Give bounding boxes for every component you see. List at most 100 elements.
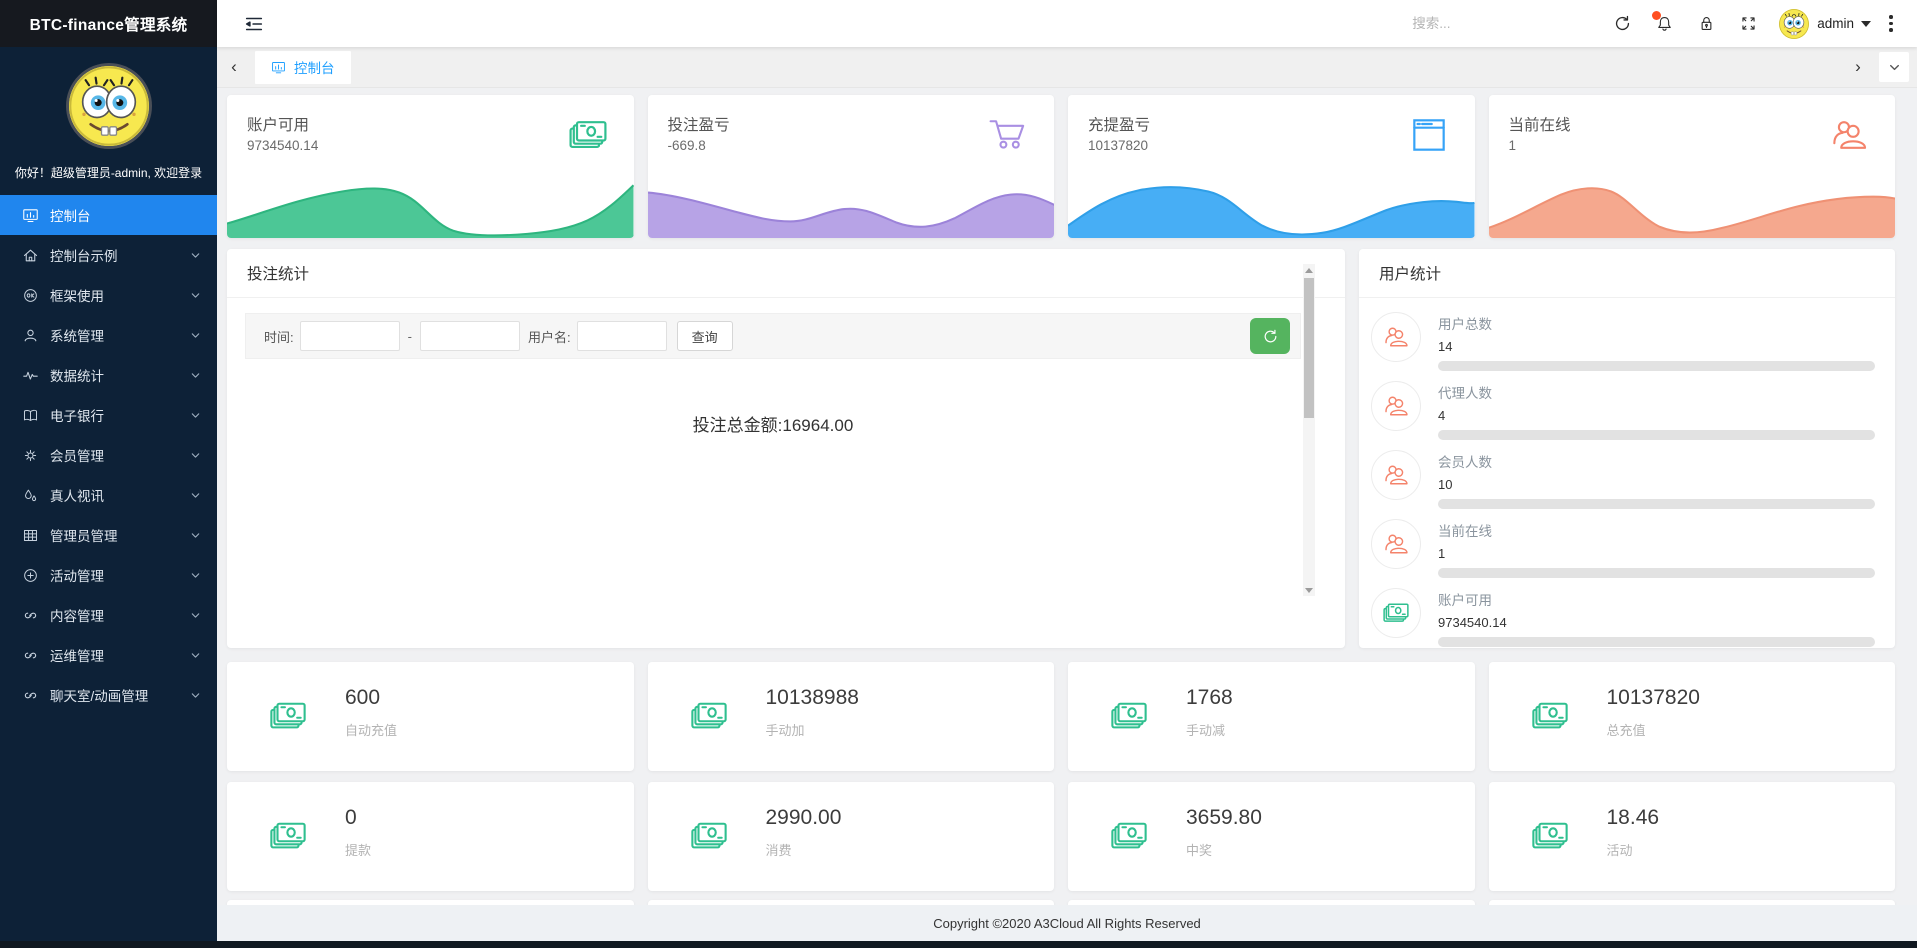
chevron-down-icon xyxy=(190,490,201,501)
ok-circle-icon xyxy=(22,287,39,304)
card-value: 9734540.14 xyxy=(247,138,318,153)
time-from-input[interactable] xyxy=(300,321,400,351)
refresh-button[interactable] xyxy=(1601,0,1643,47)
tabs-scroll-left-button[interactable]: ‹ xyxy=(217,57,251,77)
card-title: 当前在线 xyxy=(1509,113,1571,135)
sidebar-item-ebank[interactable]: 电子银行 xyxy=(0,395,217,435)
sidebar-item-chatroom[interactable]: 聊天室/动画管理 xyxy=(0,675,217,715)
collapse-sidebar-icon[interactable] xyxy=(243,13,265,35)
card-value: -669.8 xyxy=(668,138,706,153)
drops-icon xyxy=(22,487,39,504)
panel-title: 投注统计 xyxy=(227,249,1345,298)
sidebar-item-content[interactable]: 内容管理 xyxy=(0,595,217,635)
summary-card-winning: 3659.80 中奖 xyxy=(1068,782,1475,891)
money-icon xyxy=(1106,695,1152,737)
monitor-icon xyxy=(271,60,286,75)
topbar: admin xyxy=(217,0,1917,47)
link-icon xyxy=(22,607,39,624)
chevron-down-icon xyxy=(190,410,201,421)
sidebar-item-system[interactable]: 系统管理 xyxy=(0,315,217,355)
tabs-scroll-right-button[interactable]: › xyxy=(1841,57,1875,77)
fullscreen-button[interactable] xyxy=(1727,0,1769,47)
chevron-down-icon xyxy=(190,370,201,381)
monitor-icon xyxy=(22,207,39,224)
summary-card-manual-subtract: 1768 手动减 xyxy=(1068,662,1475,771)
chevron-down-icon xyxy=(190,330,201,341)
home-icon xyxy=(22,247,39,264)
lock-screen-button[interactable] xyxy=(1685,0,1727,47)
summary-card-manual-add: 10138988 手动加 xyxy=(648,662,1055,771)
copyright-text: Copyright ©2020 A3Cloud All Rights Reser… xyxy=(933,916,1201,931)
user-menu[interactable]: admin xyxy=(1817,16,1871,31)
chevron-down-icon xyxy=(190,690,201,701)
money-icon xyxy=(1527,695,1573,737)
bet-total-amount: 投注总金额:16964.00 xyxy=(245,411,1301,436)
refresh-table-button[interactable] xyxy=(1250,318,1290,354)
scroll-up-button[interactable] xyxy=(1303,264,1315,276)
summary-card-withdraw: 0 提款 xyxy=(227,782,634,891)
username-input[interactable] xyxy=(577,321,667,351)
link-icon xyxy=(22,687,39,704)
sparkline-chart xyxy=(1489,176,1896,238)
chevron-down-icon xyxy=(190,450,201,461)
people-icon xyxy=(1381,322,1411,352)
money-icon xyxy=(1381,598,1411,628)
time-label: 时间: xyxy=(264,327,294,346)
more-menu-button[interactable] xyxy=(1871,0,1911,47)
sparkline-chart xyxy=(648,176,1055,238)
vertical-scrollbar xyxy=(1303,264,1315,596)
money-icon xyxy=(686,815,732,857)
refresh-icon xyxy=(1262,328,1279,345)
bet-filter-form: 时间: - 用户名: 查询 xyxy=(245,313,1301,359)
plus-circle-icon xyxy=(22,567,39,584)
tab-console[interactable]: 控制台 xyxy=(255,51,351,84)
scroll-down-button[interactable] xyxy=(1303,584,1315,596)
sidebar-item-console-demo[interactable]: 控制台示例 xyxy=(0,235,217,275)
chevron-down-icon xyxy=(190,650,201,661)
user-stat-row: 代理人数 4 xyxy=(1371,379,1875,448)
summary-card-consume: 2990.00 消费 xyxy=(648,782,1055,891)
cart-icon xyxy=(986,113,1030,157)
chevron-down-icon xyxy=(190,290,201,301)
chevron-down-icon xyxy=(190,530,201,541)
sidebar-item-live-video[interactable]: 真人视讯 xyxy=(0,475,217,515)
search-box xyxy=(1412,16,1587,31)
sidebar-item-members[interactable]: 会员管理 xyxy=(0,435,217,475)
sidebar-item-data-stats[interactable]: 数据统计 xyxy=(0,355,217,395)
money-icon xyxy=(265,695,311,737)
money-icon xyxy=(1106,815,1152,857)
app-title: BTC-finance管理系统 xyxy=(0,0,217,47)
summary-card-activity: 18.46 活动 xyxy=(1489,782,1896,891)
user-stat-row: 会员人数 10 xyxy=(1371,448,1875,517)
card-title: 投注盈亏 xyxy=(668,113,730,135)
card-title: 充提盈亏 xyxy=(1088,113,1150,135)
sidebar-item-framework[interactable]: 框架使用 xyxy=(0,275,217,315)
money-icon xyxy=(686,695,732,737)
sidebar-item-console[interactable]: 控制台 xyxy=(0,195,217,235)
query-button[interactable]: 查询 xyxy=(677,321,733,351)
user-stats-panel: 用户统计 用户总数 14 xyxy=(1359,249,1895,648)
tab-bar: ‹ 控制台 › xyxy=(217,47,1917,88)
tabs-dropdown-button[interactable] xyxy=(1879,52,1909,82)
avatar[interactable] xyxy=(1779,9,1809,39)
scrollbar-thumb[interactable] xyxy=(1304,278,1314,418)
sidebar-item-ops[interactable]: 运维管理 xyxy=(0,635,217,675)
stat-card-bet-pnl: 投注盈亏 -669.8 xyxy=(648,95,1055,238)
caret-down-icon xyxy=(1861,21,1871,27)
avatar[interactable] xyxy=(66,63,152,149)
time-to-input[interactable] xyxy=(420,321,520,351)
sidebar-item-admins[interactable]: 管理员管理 xyxy=(0,515,217,555)
username-label: 用户名: xyxy=(528,327,571,346)
search-input[interactable] xyxy=(1412,16,1587,31)
sidebar-item-activities[interactable]: 活动管理 xyxy=(0,555,217,595)
user-stat-row: 用户总数 14 xyxy=(1371,310,1875,379)
money-icon xyxy=(566,113,610,157)
table-icon xyxy=(22,527,39,544)
people-icon xyxy=(1381,460,1411,490)
refresh-icon xyxy=(1613,14,1632,33)
notifications-button[interactable] xyxy=(1643,0,1685,47)
gear-icon xyxy=(22,447,39,464)
user-icon xyxy=(22,327,39,344)
chevron-down-icon xyxy=(190,570,201,581)
progress-bar xyxy=(1438,361,1875,371)
